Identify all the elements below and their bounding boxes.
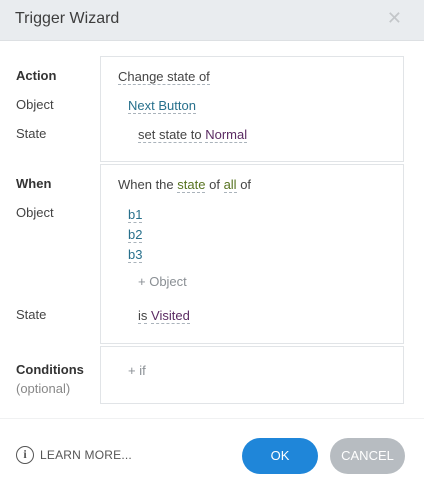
when-sentence: When the state of all of: [118, 177, 252, 193]
ok-button[interactable]: OK: [242, 438, 318, 474]
conditions-label: Conditions: [16, 362, 84, 377]
dialog-title: Trigger Wizard: [15, 10, 120, 27]
when-object-label: Object: [16, 205, 54, 220]
info-icon: i: [16, 446, 34, 464]
learn-more-label: LEARN MORE...: [40, 448, 132, 462]
learn-more-link[interactable]: i LEARN MORE...: [16, 446, 132, 464]
when-all-word[interactable]: all: [223, 177, 237, 193]
add-object-button[interactable]: + Object: [138, 274, 187, 289]
when-state-word[interactable]: state: [177, 177, 206, 193]
add-if-button[interactable]: + if: [128, 363, 146, 378]
when-state-label: State: [16, 307, 47, 322]
conditions-panel: + if: [100, 346, 404, 404]
action-state-value[interactable]: Normal: [205, 127, 248, 143]
conditions-sublabel: (optional): [16, 381, 71, 396]
when-sentence-of: of: [209, 177, 220, 192]
cancel-button[interactable]: CANCEL: [330, 438, 405, 474]
when-object-b1[interactable]: b1: [128, 207, 143, 223]
action-state-prefix[interactable]: set state to: [138, 127, 202, 143]
dialog-titlebar: Trigger Wizard ✕: [0, 0, 424, 41]
when-sentence-prefix: When the: [118, 177, 174, 192]
action-object-label: Object: [16, 97, 54, 112]
when-state-prefix[interactable]: is: [138, 308, 148, 324]
when-label: When: [16, 176, 52, 191]
when-object-b3[interactable]: b3: [128, 247, 143, 263]
when-sentence-suffix: of: [240, 177, 252, 192]
action-state-label: State: [16, 126, 47, 141]
when-panel: When the state of all of b1 b2 b3 + Obje…: [100, 164, 404, 344]
close-icon[interactable]: ✕: [387, 8, 402, 29]
action-panel: Change state of Next Button set state to…: [100, 56, 404, 162]
action-verb-select[interactable]: Change state of: [118, 69, 210, 85]
when-object-b2[interactable]: b2: [128, 227, 143, 243]
action-label: Action: [16, 68, 57, 83]
when-state-value[interactable]: Visited: [151, 308, 190, 324]
action-object-select[interactable]: Next Button: [128, 98, 196, 114]
footer-divider: [0, 418, 424, 419]
